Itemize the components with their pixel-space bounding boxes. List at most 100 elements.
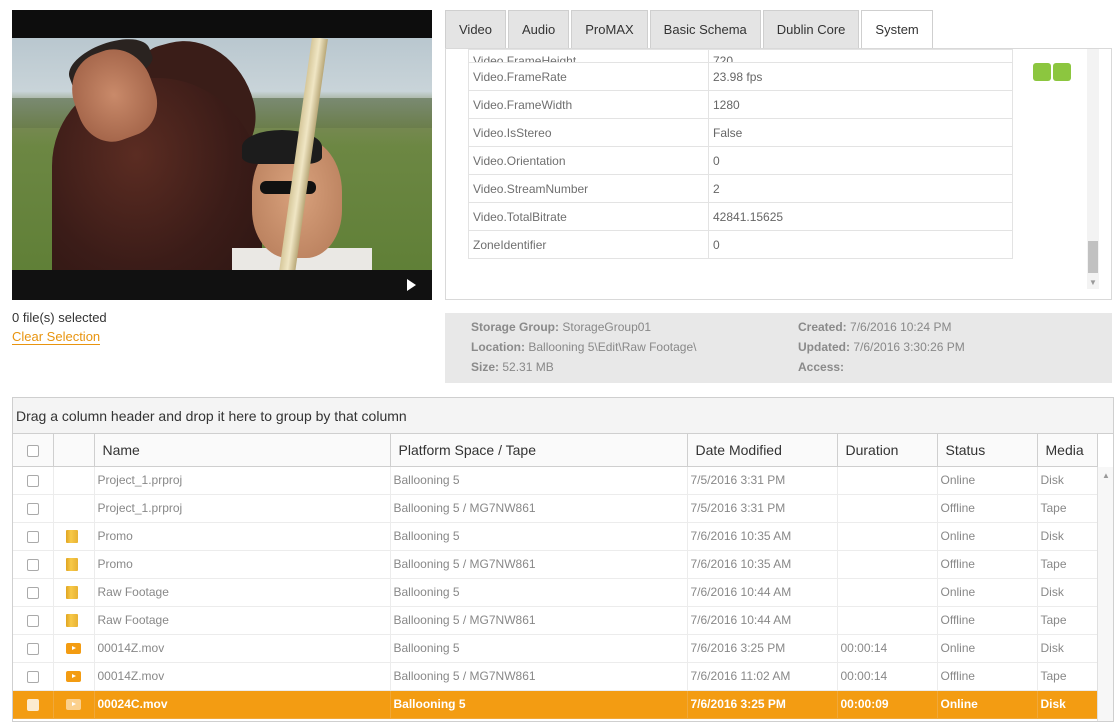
row-icon-cell — [53, 578, 95, 607]
property-value: 0 — [708, 146, 1013, 175]
cell-duration — [837, 550, 938, 579]
row-checkbox[interactable] — [26, 474, 39, 487]
cell-date-modified: 7/6/2016 10:44 AM — [687, 578, 838, 607]
tab-audio[interactable]: Audio — [508, 10, 570, 48]
table-row[interactable]: Promo Ballooning 5 7/6/2016 10:35 AM Online… — [13, 522, 1098, 551]
row-checkbox-cell — [13, 550, 54, 579]
storage-group-info: Storage Group: StorageGroup01 — [471, 320, 652, 334]
column-header-icon[interactable] — [53, 434, 95, 467]
tab-dublin-core[interactable]: Dublin Core — [762, 10, 860, 48]
property-row: Video.Orientation 0 — [468, 146, 1013, 175]
size-info: Size: 52.31 MB — [471, 360, 554, 374]
tab-system[interactable]: System — [861, 10, 933, 49]
cell-platform-space: Ballooning 5 / MG7NW861 — [390, 662, 688, 691]
scrollbar-thumb[interactable] — [1088, 241, 1098, 273]
video-file-icon — [65, 643, 81, 655]
property-key: Video.Orientation — [468, 146, 709, 175]
property-value: 2 — [708, 174, 1013, 203]
properties-scrollbar[interactable]: ▼ — [1087, 49, 1099, 289]
cell-platform-space: Ballooning 5 — [390, 690, 688, 719]
cell-media: Disk — [1037, 634, 1098, 663]
video-controls-bar — [12, 270, 432, 300]
cell-name: Raw Footage — [94, 606, 391, 635]
column-header-date-modified[interactable]: Date Modified — [687, 434, 838, 467]
location-info: Location: Ballooning 5\Edit\Raw Footage\ — [471, 340, 697, 354]
select-all-checkbox[interactable] — [26, 445, 39, 458]
column-header-status[interactable]: Status — [937, 434, 1038, 467]
cell-platform-space: Ballooning 5 — [390, 634, 688, 663]
cell-date-modified: 7/6/2016 10:35 AM — [687, 522, 838, 551]
cell-media: Disk — [1037, 522, 1098, 551]
row-icon-cell — [53, 466, 95, 495]
row-checkbox[interactable] — [26, 502, 39, 515]
cell-name: 00014Z.mov — [94, 662, 391, 691]
created-info: Created: 7/6/2016 10:24 PM — [798, 320, 952, 334]
column-header-platform-space[interactable]: Platform Space / Tape — [390, 434, 688, 467]
cell-status: Online — [937, 466, 1038, 495]
row-icon-cell — [53, 690, 95, 719]
edit-toggle[interactable] — [1033, 63, 1071, 81]
cell-media: Disk — [1037, 578, 1098, 607]
video-player[interactable] — [12, 10, 432, 300]
cell-duration: 00:00:14 — [837, 662, 938, 691]
row-checkbox[interactable] — [26, 614, 39, 627]
tab-video[interactable]: Video — [445, 10, 507, 48]
property-value: 1280 — [708, 90, 1013, 119]
row-checkbox-cell — [13, 522, 54, 551]
tab-promax[interactable]: ProMAX — [571, 10, 648, 48]
cell-date-modified: 7/6/2016 3:25 PM — [687, 634, 838, 663]
cell-duration — [837, 466, 938, 495]
grid-scrollbar[interactable]: ▲ — [1097, 467, 1113, 721]
select-all-checkbox-cell — [13, 434, 54, 467]
scroll-down-icon[interactable]: ▼ — [1089, 278, 1097, 287]
table-row[interactable]: Promo Ballooning 5 / MG7NW861 7/6/2016 10:… — [13, 550, 1098, 579]
table-header-row: Name Platform Space / Tape Date Modified… — [13, 434, 1098, 467]
property-key: ZoneIdentifier — [468, 230, 709, 259]
scroll-up-icon[interactable]: ▲ — [1102, 471, 1110, 480]
system-properties-panel: Video.FrameHeight 720 Video.FrameRate 23.… — [445, 48, 1112, 300]
tab-basic-schema[interactable]: Basic Schema — [649, 10, 761, 48]
property-row: Video.IsStereo False — [468, 118, 1013, 147]
cell-duration — [837, 522, 938, 551]
cell-media: Tape — [1037, 662, 1098, 691]
property-key: Video.FrameWidth — [468, 90, 709, 119]
table-row[interactable]: Raw Footage Ballooning 5 / MG7NW861 7/6/20… — [13, 606, 1098, 635]
folder-icon — [65, 614, 78, 628]
cell-name: Promo — [94, 522, 391, 551]
row-checkbox[interactable] — [26, 642, 39, 655]
column-header-media[interactable]: Media — [1037, 434, 1098, 467]
table-row[interactable]: Project_1.prproj Ballooning 5 7/5/2016 3:3… — [13, 466, 1098, 495]
property-key: Video.FrameRate — [468, 62, 709, 91]
clear-selection-link[interactable]: Clear Selection — [12, 330, 101, 345]
table-row[interactable]: 00014Z.mov Ballooning 5 7/6/2016 3:25 PM 00… — [13, 634, 1098, 663]
cell-name: 00014Z.mov — [94, 634, 391, 663]
play-icon[interactable] — [407, 279, 416, 291]
group-drop-zone[interactable]: Drag a column header and drop it here to… — [13, 398, 1113, 434]
property-row: Video.StreamNumber 2 — [468, 174, 1013, 203]
row-checkbox[interactable] — [26, 558, 39, 571]
metadata-tabs: Video Audio ProMAX Basic Schema Dublin C… — [445, 10, 935, 49]
folder-icon — [65, 586, 78, 600]
cell-name: Promo — [94, 550, 391, 579]
updated-info: Updated: 7/6/2016 3:30:26 PM — [798, 340, 965, 354]
file-grid: Drag a column header and drop it here to… — [12, 397, 1114, 722]
cell-platform-space: Ballooning 5 — [390, 522, 688, 551]
row-checkbox-cell — [13, 578, 54, 607]
table-row[interactable]: Project_1.prproj Ballooning 5 / MG7NW861 7… — [13, 494, 1098, 523]
table-row[interactable]: 00014Z.mov Ballooning 5 / MG7NW861 7/6/201… — [13, 662, 1098, 691]
column-header-name[interactable]: Name — [94, 434, 391, 467]
table-row[interactable]: 00024C.mov Ballooning 5 7/6/2016 3:25 PM 00… — [13, 690, 1098, 719]
cell-name: Raw Footage — [94, 578, 391, 607]
row-checkbox[interactable] — [26, 530, 39, 543]
row-checkbox[interactable] — [26, 586, 39, 599]
row-icon-cell — [53, 634, 95, 663]
row-icon-cell — [53, 522, 95, 551]
property-value: 0 — [708, 230, 1013, 259]
files-table: Name Platform Space / Tape Date Modified… — [13, 434, 1098, 719]
cell-date-modified: 7/6/2016 10:44 AM — [687, 606, 838, 635]
property-row: Video.FrameWidth 1280 — [468, 90, 1013, 119]
row-checkbox[interactable] — [26, 670, 39, 683]
row-checkbox[interactable] — [26, 698, 39, 711]
table-row[interactable]: Raw Footage Ballooning 5 7/6/2016 10:44 AM… — [13, 578, 1098, 607]
column-header-duration[interactable]: Duration — [837, 434, 938, 467]
